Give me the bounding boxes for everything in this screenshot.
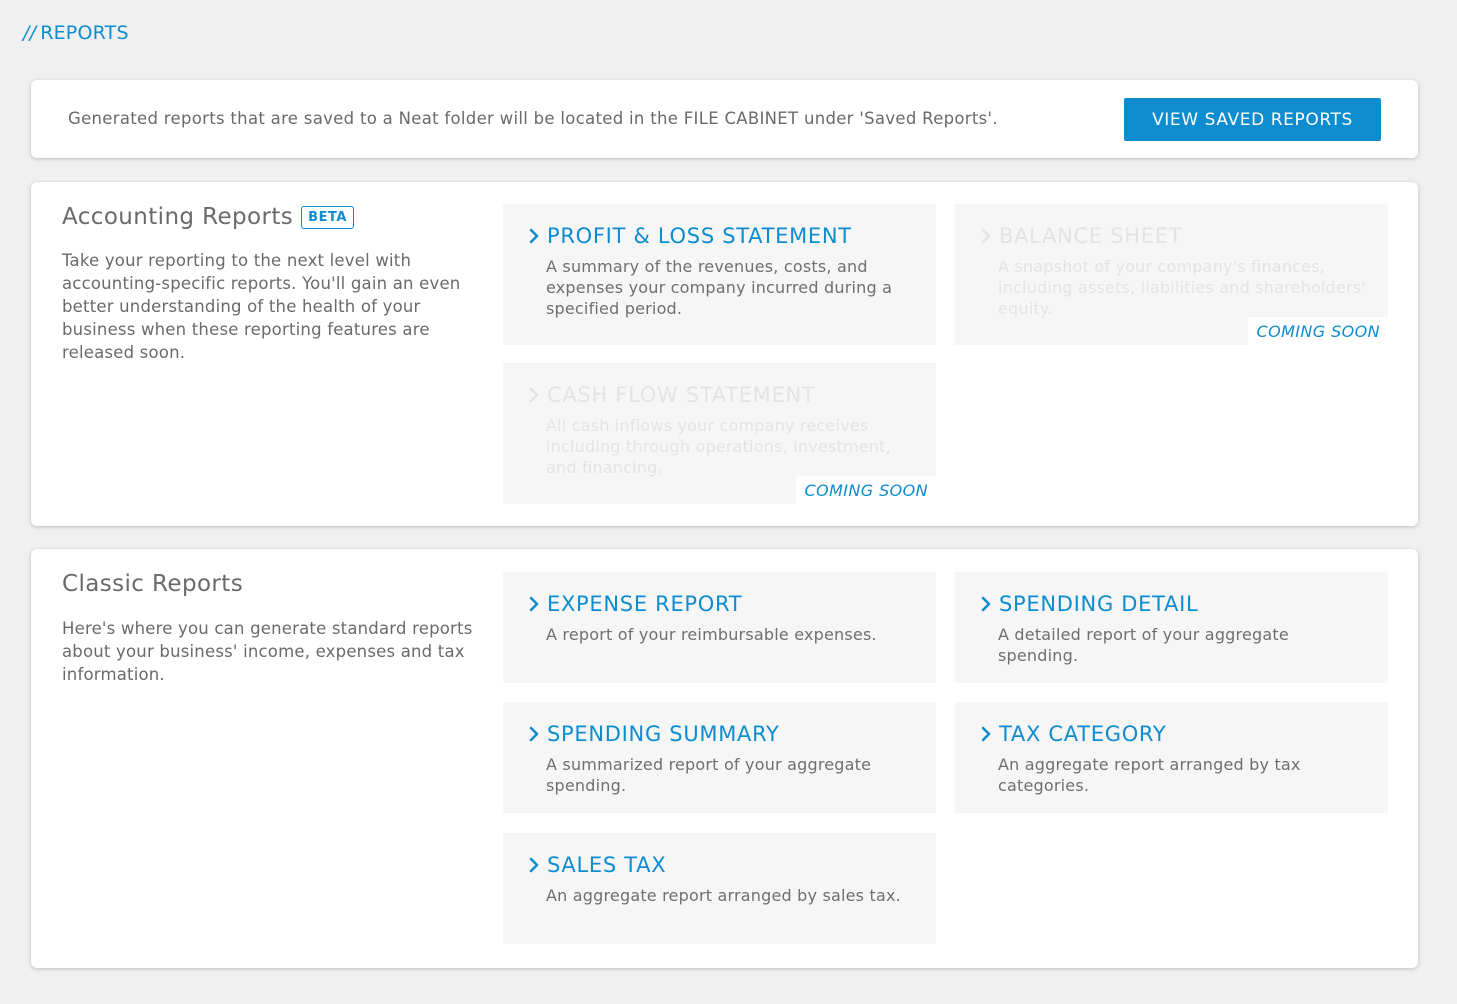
title-slashes: // <box>23 22 37 44</box>
accounting-reports-panel: Accounting Reports BETA Take your report… <box>31 182 1418 526</box>
report-card-spending-summary[interactable]: SPENDING SUMMARY A summarized report of … <box>503 702 936 813</box>
report-card-title: CASH FLOW STATEMENT <box>527 383 815 407</box>
report-card-title-text: SPENDING SUMMARY <box>547 722 780 746</box>
coming-soon-label: COMING SOON <box>1247 317 1388 345</box>
chevron-right-icon <box>981 596 991 612</box>
chevron-right-icon <box>981 228 991 244</box>
report-card-title-text: SALES TAX <box>547 853 667 877</box>
report-card-title-text: SPENDING DETAIL <box>999 592 1199 616</box>
report-card-title[interactable]: EXPENSE REPORT <box>527 592 742 616</box>
report-card-description: An aggregate report arranged by tax cate… <box>998 755 1301 795</box>
report-card-description: All cash inflows your company receives i… <box>546 416 891 477</box>
report-card-cash-flow: CASH FLOW STATEMENT All cash inflows you… <box>503 363 936 504</box>
report-card-title[interactable]: TAX CATEGORY <box>979 722 1166 746</box>
report-card-description: A snapshot of your company's finances, i… <box>998 257 1366 318</box>
report-card-title-text: EXPENSE REPORT <box>547 592 743 616</box>
report-card-title-text: PROFIT & LOSS STATEMENT <box>547 224 852 248</box>
chevron-right-icon <box>981 726 991 742</box>
report-card-title-text: TAX CATEGORY <box>999 722 1167 746</box>
chevron-right-icon <box>529 596 539 612</box>
report-card-title[interactable]: PROFIT & LOSS STATEMENT <box>527 224 852 248</box>
report-card-tax-category[interactable]: TAX CATEGORY An aggregate report arrange… <box>955 702 1388 813</box>
view-saved-reports-button[interactable]: VIEW SAVED REPORTS <box>1124 98 1381 141</box>
report-card-description: A detailed report of your aggregate spen… <box>998 625 1289 665</box>
coming-soon-label: COMING SOON <box>795 476 936 504</box>
report-card-expense-report[interactable]: EXPENSE REPORT A report of your reimburs… <box>503 572 936 683</box>
accounting-reports-title: Accounting Reports <box>62 204 294 230</box>
page-title-text: REPORTS <box>40 22 129 44</box>
classic-reports-description: Here's where you can generate standard r… <box>62 619 473 684</box>
chevron-right-icon <box>529 726 539 742</box>
page-title: // REPORTS <box>23 22 129 44</box>
report-card-spending-detail[interactable]: SPENDING DETAIL A detailed report of you… <box>955 572 1388 683</box>
chevron-right-icon <box>529 857 539 873</box>
accounting-reports-description: Take your reporting to the next level wi… <box>62 251 461 362</box>
report-card-title-text: BALANCE SHEET <box>999 224 1183 248</box>
accounting-reports-header: Accounting Reports BETA <box>62 204 354 230</box>
report-card-description: A report of your reimbursable expenses. <box>546 625 877 644</box>
report-card-balance-sheet: BALANCE SHEET A snapshot of your company… <box>955 204 1388 345</box>
report-card-title[interactable]: SPENDING SUMMARY <box>527 722 780 746</box>
report-card-description: A summarized report of your aggregate sp… <box>546 755 872 795</box>
report-card-title[interactable]: SALES TAX <box>527 853 666 877</box>
beta-badge: BETA <box>301 205 354 229</box>
classic-reports-panel: Classic Reports Here's where you can gen… <box>31 549 1418 968</box>
report-card-profit-loss[interactable]: PROFIT & LOSS STATEMENT A summary of the… <box>503 204 936 345</box>
report-card-description: A summary of the revenues, costs, and ex… <box>546 257 893 318</box>
saved-reports-info-text: Generated reports that are saved to a Ne… <box>68 109 998 128</box>
classic-reports-header: Classic Reports <box>62 571 243 597</box>
chevron-right-icon <box>529 228 539 244</box>
saved-reports-info-panel: Generated reports that are saved to a Ne… <box>31 80 1418 158</box>
report-card-title[interactable]: SPENDING DETAIL <box>979 592 1198 616</box>
chevron-right-icon <box>529 387 539 403</box>
report-card-description: An aggregate report arranged by sales ta… <box>546 886 901 905</box>
report-card-title-text: CASH FLOW STATEMENT <box>547 383 816 407</box>
report-card-title: BALANCE SHEET <box>979 224 1182 248</box>
report-card-sales-tax[interactable]: SALES TAX An aggregate report arranged b… <box>503 833 936 944</box>
classic-reports-title: Classic Reports <box>62 571 244 597</box>
